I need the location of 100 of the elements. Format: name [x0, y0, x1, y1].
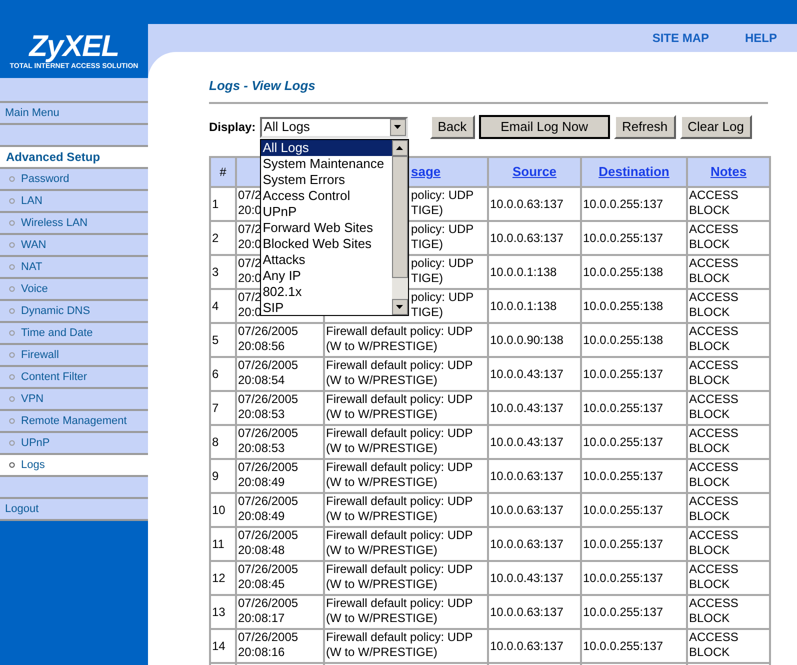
bullet-icon	[9, 308, 15, 314]
scrollbar[interactable]	[392, 140, 408, 314]
action-button[interactable]: Refresh	[614, 115, 676, 139]
dropdown-option[interactable]: UPnP	[260, 204, 392, 220]
dropdown-option[interactable]: All Logs	[260, 140, 392, 156]
table-cell: 10.0.0.43:137	[490, 401, 564, 415]
menu-item[interactable]: Voice	[0, 279, 148, 301]
dropdown-option[interactable]: System Errors	[260, 172, 392, 188]
bullet-icon	[9, 242, 15, 248]
menu-item[interactable]: NAT	[0, 257, 148, 279]
notes-cell: ACCESS BLOCK	[689, 358, 738, 388]
dropdown-option[interactable]: System Maintenance	[260, 156, 392, 172]
dropdown-option[interactable]: 802.1x	[260, 284, 392, 300]
table-cell: 10.0.0.43:137	[490, 367, 564, 381]
message-cell: policy: UDP TIGE)	[411, 290, 474, 320]
dropdown-option[interactable]: SIP	[260, 300, 392, 316]
bullet-icon	[9, 286, 15, 292]
scroll-thumb[interactable]	[392, 156, 408, 278]
action-button[interactable]: Clear Log	[680, 115, 752, 139]
table-cell: 2	[212, 231, 219, 245]
table-cell: 10.0.0.255:137	[583, 503, 664, 517]
table-cell: 10.0.0.255:137	[583, 605, 664, 619]
bullet-icon	[9, 440, 15, 446]
menu-item[interactable]: VPN	[0, 389, 148, 411]
menu-item[interactable]: Time and Date	[0, 323, 148, 345]
message-cell: Firewall default policy: UDP (W to W/PRESTIGE)	[326, 392, 473, 422]
menu-item[interactable]: Content Filter	[0, 367, 148, 389]
table-cell: 6	[212, 367, 219, 381]
bullet-icon	[9, 352, 15, 358]
logo: ZyXEL	[29, 32, 119, 62]
table-cell: 8	[212, 435, 219, 449]
table-cell: 10.0.0.63:137	[490, 605, 564, 619]
action-button[interactable]: Back	[430, 115, 475, 139]
notes-cell: ACCESS BLOCK	[689, 460, 738, 490]
date-time-cell: 07/26/2005 20:08:56	[238, 324, 298, 354]
header-link[interactable]: SITE MAP	[652, 29, 709, 47]
table-cell: 10.0.0.255:137	[583, 231, 664, 245]
table-cell: 10.0.0.255:138	[583, 299, 664, 313]
nav-link[interactable]: Logout	[0, 499, 148, 521]
display-select[interactable]: All Logs	[260, 116, 408, 138]
menu-item[interactable]: Dynamic DNS	[0, 301, 148, 323]
message-cell: Firewall default policy: UDP (W to W/PRESTIGE)	[326, 426, 473, 456]
header-link[interactable]: HELP	[744, 29, 777, 47]
date-time-cell: 07/26/2005 20:08:48	[238, 528, 298, 558]
column-header-link[interactable]: sage	[411, 164, 441, 180]
table-cell: 10.0.0.255:138	[583, 333, 664, 347]
table-cell: 10.0.0.255:138	[583, 265, 664, 279]
message-cell: Firewall default policy: UDP (W to W/PRESTIGE)	[326, 596, 473, 626]
bullet-icon	[9, 374, 15, 380]
message-cell: policy: UDP TIGE)	[411, 256, 474, 286]
menu-item[interactable]: UPnP	[0, 433, 148, 455]
table-cell: 10.0.0.255:137	[583, 197, 664, 211]
menu-item[interactable]: LAN	[0, 191, 148, 213]
menu-item[interactable]: Wireless LAN	[0, 213, 148, 235]
table-cell: 10.0.0.63:137	[490, 639, 564, 653]
section-heading[interactable]: Advanced Setup	[0, 147, 148, 169]
notes-cell: ACCESS BLOCK	[689, 630, 738, 660]
table-cell: 10.0.0.43:137	[490, 435, 564, 449]
table-cell: 10.0.0.63:137	[490, 197, 564, 211]
message-cell: policy: UDP TIGE)	[411, 222, 474, 252]
date-time-cell: 07/26/2005 20:08:17	[238, 596, 298, 626]
bullet-icon	[9, 418, 15, 424]
dropdown-option[interactable]: Any IP	[260, 268, 392, 284]
table-cell: 10.0.0.63:137	[490, 537, 564, 551]
table-cell: 1	[212, 197, 219, 211]
notes-cell: ACCESS BLOCK	[689, 324, 738, 354]
message-cell: Firewall default policy: UDP (W to W/PRESTIGE)	[326, 460, 473, 490]
page-title: Logs - View Logs	[209, 78, 316, 94]
date-time-cell: 07/26/2005 20:08:49	[238, 460, 298, 490]
dropdown-option[interactable]: Attacks	[260, 252, 392, 268]
nav-link[interactable]: Main Menu	[0, 103, 148, 125]
message-cell: Firewall default policy: UDP (W to W/PRESTIGE)	[326, 562, 473, 592]
dropdown-option[interactable]: Blocked Web Sites	[260, 236, 392, 252]
table-cell: 10.0.0.255:137	[583, 571, 664, 585]
menu-item[interactable]: Logs	[0, 455, 148, 477]
table-cell: 7	[212, 401, 219, 415]
table-cell: 10.0.0.255:137	[583, 435, 664, 449]
notes-cell: ACCESS BLOCK	[689, 494, 738, 524]
table-cell: 13	[212, 605, 226, 619]
notes-cell: ACCESS BLOCK	[689, 256, 738, 286]
menu-item[interactable]: Remote Management	[0, 411, 148, 433]
message-cell: Firewall default policy: UDP (W to W/PRESTIGE)	[326, 630, 473, 660]
table-cell: 10.0.0.255:137	[583, 469, 664, 483]
table-cell: 10.0.0.255:137	[583, 639, 664, 653]
notes-cell: ACCESS BLOCK	[689, 528, 738, 558]
notes-cell: ACCESS BLOCK	[689, 392, 738, 422]
message-cell: Firewall default policy: UDP (W to W/PRESTIGE)	[326, 358, 473, 388]
dropdown-option[interactable]: Access Control	[260, 188, 392, 204]
table-cell: 10.0.0.63:137	[490, 469, 564, 483]
table-cell: 10.0.0.63:137	[490, 503, 564, 517]
menu-item[interactable]: Password	[0, 169, 148, 191]
date-time-cell: 07/26/2005 20:08:49	[238, 494, 298, 524]
table-cell: 10.0.0.1:138	[490, 265, 557, 279]
menu-item[interactable]: WAN	[0, 235, 148, 257]
table-cell: 5	[212, 333, 219, 347]
action-button[interactable]: Email Log Now	[478, 115, 610, 139]
notes-cell: ACCESS BLOCK	[689, 562, 738, 592]
date-time-cell: 07/26/2005 20:08:53	[238, 426, 298, 456]
menu-item[interactable]: Firewall	[0, 345, 148, 367]
dropdown-option[interactable]: Forward Web Sites	[260, 220, 392, 236]
